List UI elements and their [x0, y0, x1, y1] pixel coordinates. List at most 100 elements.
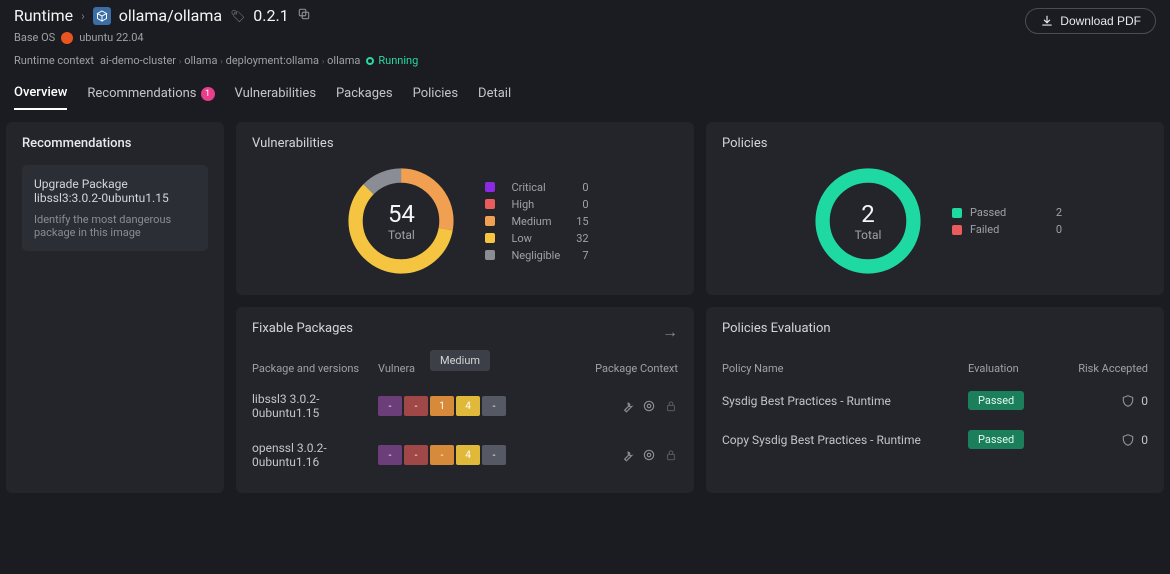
context-label: Runtime context [14, 54, 94, 67]
risk-count: 0 [1141, 394, 1148, 408]
base-os-row: Base OS ubuntu 22.04 [14, 31, 1156, 44]
context-segment[interactable]: ai-demo-cluster [100, 54, 176, 67]
severity-cell: - [378, 445, 402, 465]
table-row[interactable]: Copy Sysdig Best Practices - Runtime Pas… [722, 420, 1148, 459]
tag-icon: 🏷 [230, 9, 245, 23]
recommendation-item-title: Upgrade Package libssl3:3.0.2-0ubuntu1.1… [34, 177, 196, 205]
status-name: Passed [970, 206, 1006, 219]
severity-cell: - [404, 396, 428, 416]
expand-arrow-icon[interactable]: → [662, 322, 678, 342]
tab-detail[interactable]: Detail [478, 85, 511, 110]
severity-count: 0 [576, 181, 588, 194]
base-os-value: ubuntu 22.04 [79, 31, 143, 44]
status-count: 0 [1048, 223, 1062, 236]
tab-policies[interactable]: Policies [413, 85, 458, 110]
legend-row: Failed 0 [952, 223, 1062, 236]
status-badge: Running [366, 54, 418, 67]
severity-cell: 4 [456, 445, 480, 465]
col-vuln: Vulnera Medium [378, 362, 558, 375]
severity-cell: 4 [456, 396, 480, 416]
policies-title: Policies [722, 136, 1148, 151]
tab-bar: Overview Recommendations1 Vulnerabilities P… [0, 71, 1170, 110]
policy-name: Sysdig Best Practices - Runtime [722, 394, 968, 408]
running-dot-icon [366, 57, 374, 65]
target-icon[interactable] [642, 448, 656, 462]
lock-icon [664, 448, 678, 462]
severity-name: High [511, 198, 560, 211]
tab-recommendations[interactable]: Recommendations1 [87, 85, 214, 110]
package-name: openssl 3.0.2-0ubuntu1.16 [252, 441, 378, 469]
vuln-donut-chart: 54 Total [341, 161, 461, 281]
context-segment[interactable]: ollama [327, 54, 360, 67]
breadcrumb: Runtime › ollama/ollama 🏷 0.2.1 Download… [14, 6, 1156, 25]
shield-icon [1121, 394, 1135, 408]
wrench-icon[interactable] [620, 399, 634, 413]
table-row[interactable]: libssl3 3.0.2-0ubuntu1.15 --14- [252, 381, 678, 430]
tab-packages[interactable]: Packages [336, 85, 393, 110]
evaluation-badge: Passed [968, 430, 1024, 449]
runtime-context-row: Runtime context ai-demo-cluster › ollama… [14, 54, 1156, 67]
target-icon[interactable] [642, 399, 656, 413]
fixable-title: Fixable Packages [252, 321, 353, 336]
lock-icon [664, 399, 678, 413]
severity-swatch [485, 182, 495, 192]
severity-tooltip: Medium [430, 350, 490, 371]
image-name[interactable]: ollama/ollama [119, 6, 222, 25]
severity-count: 0 [576, 198, 588, 211]
severity-name: Negligible [511, 249, 560, 262]
fixable-packages-panel: Fixable Packages → Package and versions … [236, 307, 694, 493]
chevron-right-icon: › [220, 57, 223, 67]
section-name[interactable]: Runtime [14, 6, 73, 25]
vuln-legend: Critical 0 High 0 Medium 15 Low 32 Negli… [485, 181, 588, 262]
vulnerabilities-panel: Vulnerabilities 54 Total [236, 122, 694, 295]
table-row[interactable]: Sysdig Best Practices - Runtime Passed 0 [722, 381, 1148, 420]
shield-icon [1121, 433, 1135, 447]
severity-cell: 1 [430, 396, 454, 416]
tab-badge: 1 [201, 87, 215, 101]
severity-count: 7 [576, 249, 588, 262]
severity-swatch [485, 233, 495, 243]
fixable-table-header: Package and versions Vulnera Medium Pack… [252, 356, 678, 381]
severity-cell: - [378, 396, 402, 416]
status-swatch [952, 208, 962, 218]
severity-name: Low [511, 232, 560, 245]
status-count: 2 [1048, 206, 1062, 219]
chevron-right-icon: › [179, 57, 182, 67]
recommendation-item[interactable]: Upgrade Package libssl3:3.0.2-0ubuntu1.1… [22, 165, 208, 251]
recommendations-title: Recommendations [22, 136, 208, 151]
chevron-right-icon: › [81, 9, 85, 23]
policies-panel: Policies 2 Total Passed 2 Failed 0 [706, 122, 1164, 295]
severity-swatch [485, 216, 495, 226]
peval-title: Policies Evaluation [722, 321, 831, 336]
tab-overview[interactable]: Overview [14, 85, 67, 110]
container-icon [93, 7, 111, 25]
risk-count: 0 [1141, 433, 1148, 447]
table-row[interactable]: openssl 3.0.2-0ubuntu1.16 ---4- [252, 430, 678, 479]
policies-total: 2 [861, 200, 875, 228]
col-risk-accepted: Risk Accepted [1048, 362, 1148, 375]
download-pdf-button[interactable]: Download PDF [1025, 8, 1156, 34]
chevron-right-icon: › [322, 57, 325, 67]
severity-cell: - [430, 445, 454, 465]
ubuntu-icon [61, 32, 73, 44]
wrench-icon[interactable] [620, 448, 634, 462]
tab-vulnerabilities[interactable]: Vulnerabilities [235, 85, 317, 110]
col-policy-name: Policy Name [722, 362, 968, 375]
col-package: Package and versions [252, 362, 378, 375]
col-context: Package Context [558, 362, 678, 375]
context-segment[interactable]: deployment:ollama [226, 54, 319, 67]
severity-cell: - [404, 445, 428, 465]
context-segment[interactable]: ollama [184, 54, 217, 67]
vuln-title: Vulnerabilities [252, 136, 678, 151]
copy-icon[interactable] [297, 6, 311, 25]
severity-bar: ---4- [378, 445, 558, 465]
severity-count: 32 [576, 232, 588, 245]
status-name: Failed [970, 223, 999, 236]
severity-name: Critical [511, 181, 560, 194]
recommendation-item-sub: Identify the most dangerous package in t… [34, 213, 196, 239]
severity-swatch [485, 199, 495, 209]
col-evaluation: Evaluation [968, 362, 1048, 375]
severity-bar: --14- [378, 396, 558, 416]
policies-total-label: Total [855, 228, 882, 242]
status-swatch [952, 225, 962, 235]
